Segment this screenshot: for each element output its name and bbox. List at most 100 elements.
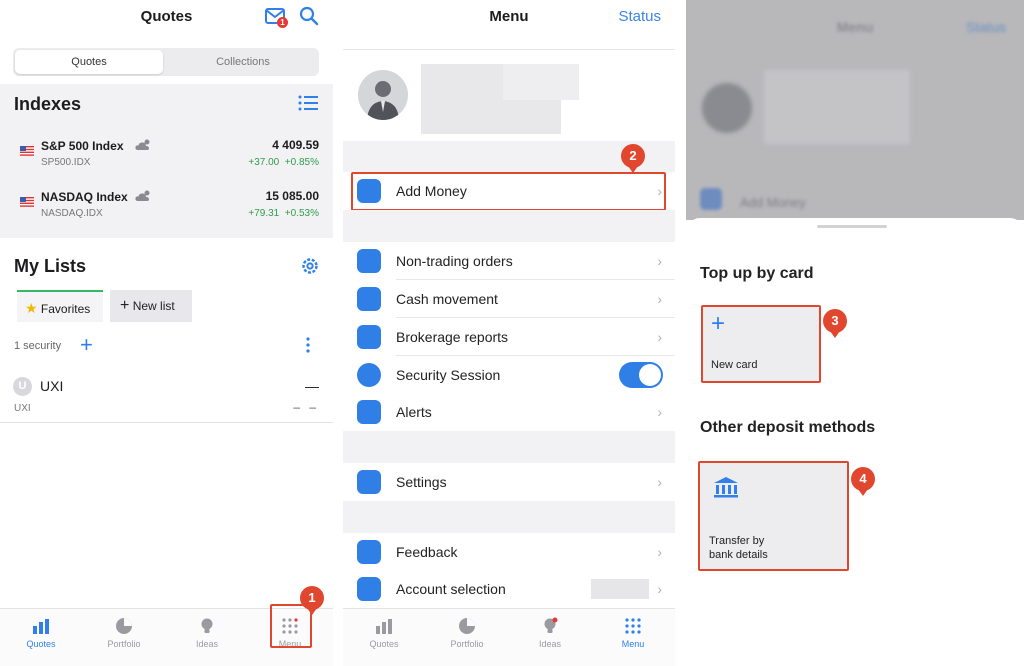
- index-price: 15 085.00: [265, 189, 319, 203]
- quotes-screen: Quotes 1 Quotes Collections Indexes S&P …: [0, 0, 333, 666]
- segment-quotes[interactable]: Quotes: [15, 50, 163, 74]
- menu-item-label: Feedback: [396, 544, 458, 560]
- my-lists-title: My Lists: [14, 256, 87, 276]
- tab-ideas[interactable]: Ideas: [172, 617, 242, 649]
- security-logo: U: [13, 377, 32, 396]
- step-badge-4: 4: [851, 467, 875, 496]
- profile-card[interactable]: [343, 49, 675, 141]
- settings-gear-icon: [357, 470, 381, 494]
- divider: [0, 422, 333, 423]
- section-spacer: [343, 431, 675, 463]
- bell-icon: [357, 400, 381, 424]
- index-change-pct: +0.85%: [284, 157, 319, 168]
- menu-screen: Menu Status Add Money › 2 Non-trading or…: [343, 0, 675, 666]
- gear-icon[interactable]: [300, 256, 320, 276]
- security-count: 1 security: [14, 340, 62, 352]
- tab-quotes[interactable]: Quotes: [349, 617, 419, 649]
- menu-item-label: Cash movement: [396, 291, 498, 307]
- add-security-icon[interactable]: +: [80, 334, 93, 356]
- highlight-add-money: [351, 172, 666, 211]
- shield-icon: [357, 363, 381, 387]
- security-change: – –: [293, 400, 319, 414]
- highlight-new-card: [701, 305, 821, 383]
- sheet-grabber[interactable]: [817, 225, 887, 228]
- menu-item-alerts[interactable]: Alerts ›: [343, 393, 675, 431]
- index-change-abs: +79.31: [248, 208, 280, 219]
- chevron-right-icon: ›: [657, 544, 662, 560]
- step-badge-3: 3: [823, 309, 847, 338]
- tab-label: Quotes: [26, 639, 56, 649]
- deposit-sheet-screen: Menu Status Add Money Top up by card + N…: [686, 0, 1024, 666]
- chat-icon: [357, 540, 381, 564]
- bar-chart-icon: [33, 619, 49, 634]
- star-icon: ★: [25, 300, 38, 316]
- menu-item-feedback[interactable]: Feedback ›: [343, 533, 675, 571]
- menu-item-cash-movement[interactable]: Cash movement ›: [343, 280, 675, 318]
- pie-chart-icon: [459, 618, 475, 634]
- dimmed-background[interactable]: Menu Status Add Money: [686, 0, 1024, 220]
- section-spacer: [343, 210, 675, 242]
- mail-badge: 1: [277, 17, 288, 28]
- step-badge-2: 2: [621, 144, 645, 173]
- grid-dots-icon: [625, 618, 641, 634]
- bg-avatar: [702, 83, 752, 133]
- index-change: +79.31 +0.53%: [248, 208, 319, 219]
- user-silhouette-icon: [367, 81, 399, 120]
- avatar: [358, 70, 408, 120]
- indexes-title: Indexes: [14, 94, 82, 114]
- tab-ideas[interactable]: Ideas: [515, 617, 585, 649]
- tab-label: Portfolio: [450, 639, 484, 649]
- tab-label: Quotes: [369, 639, 399, 649]
- tab-portfolio[interactable]: Portfolio: [432, 617, 502, 649]
- search-icon[interactable]: [299, 6, 319, 26]
- list-tab-favorites[interactable]: ★ Favorites: [17, 290, 103, 322]
- menu-item-non-trading-orders[interactable]: Non-trading orders ›: [343, 242, 675, 280]
- highlight-bank-transfer: [698, 461, 849, 571]
- cloud-moon-icon: [135, 139, 150, 150]
- security-session-toggle[interactable]: [619, 362, 663, 388]
- step-badge-1: 1: [300, 586, 324, 615]
- status-link[interactable]: Status: [618, 8, 661, 25]
- more-vertical-icon[interactable]: [305, 337, 311, 353]
- document-icon: [357, 249, 381, 273]
- us-flag-icon: [20, 197, 34, 207]
- index-ticker: NASDAQ.IDX: [41, 208, 103, 219]
- lightbulb-icon: [544, 617, 558, 633]
- bar-chart-icon: [376, 619, 392, 634]
- new-list-label: New list: [132, 299, 175, 313]
- menu-item-label: Non-trading orders: [396, 253, 513, 269]
- quotes-header: Quotes 1: [0, 0, 333, 40]
- list-icon: [357, 577, 381, 601]
- index-row-sp500[interactable]: S&P 500 Index SP500.IDX 4 409.59 +37.00 …: [0, 136, 333, 184]
- chevron-right-icon: ›: [657, 404, 662, 420]
- chevron-right-icon: ›: [657, 581, 662, 597]
- index-row-nasdaq[interactable]: NASDAQ Index NASDAQ.IDX 15 085.00 +79.31…: [0, 187, 333, 235]
- bg-add-money-label: Add Money: [740, 195, 806, 210]
- index-change: +37.00 +0.85%: [248, 157, 319, 168]
- other-methods-title: Other deposit methods: [700, 419, 876, 436]
- chevron-right-icon: ›: [657, 329, 662, 345]
- tab-quotes[interactable]: Quotes: [6, 617, 76, 649]
- menu-item-label: Brokerage reports: [396, 329, 509, 345]
- pie-chart-icon: [116, 618, 132, 634]
- index-price: 4 409.59: [272, 138, 319, 152]
- tab-menu[interactable]: Menu: [598, 617, 668, 649]
- tab-portfolio[interactable]: Portfolio: [89, 617, 159, 649]
- bg-redacted-info: [764, 70, 910, 144]
- menu-item-brokerage-reports[interactable]: Brokerage reports ›: [343, 318, 675, 356]
- cash-icon: [357, 287, 381, 311]
- favorites-label: Favorites: [40, 302, 91, 316]
- new-list-button[interactable]: + New list: [110, 290, 192, 322]
- menu-item-settings[interactable]: Settings ›: [343, 463, 675, 501]
- security-name: UXI: [40, 378, 64, 394]
- list-view-icon[interactable]: [298, 95, 318, 111]
- card-section-title: Top up by card: [700, 265, 814, 282]
- redacted-profile-info: [503, 64, 579, 100]
- bg-status: Status: [966, 19, 1006, 35]
- menu-item-account-selection[interactable]: Account selection ›: [343, 570, 675, 608]
- menu-item-label: Alerts: [396, 404, 432, 420]
- menu-item-security-session[interactable]: Security Session: [343, 356, 675, 394]
- segment-collections[interactable]: Collections: [169, 50, 317, 74]
- index-ticker: SP500.IDX: [41, 157, 91, 168]
- tab-label: Menu: [621, 639, 645, 649]
